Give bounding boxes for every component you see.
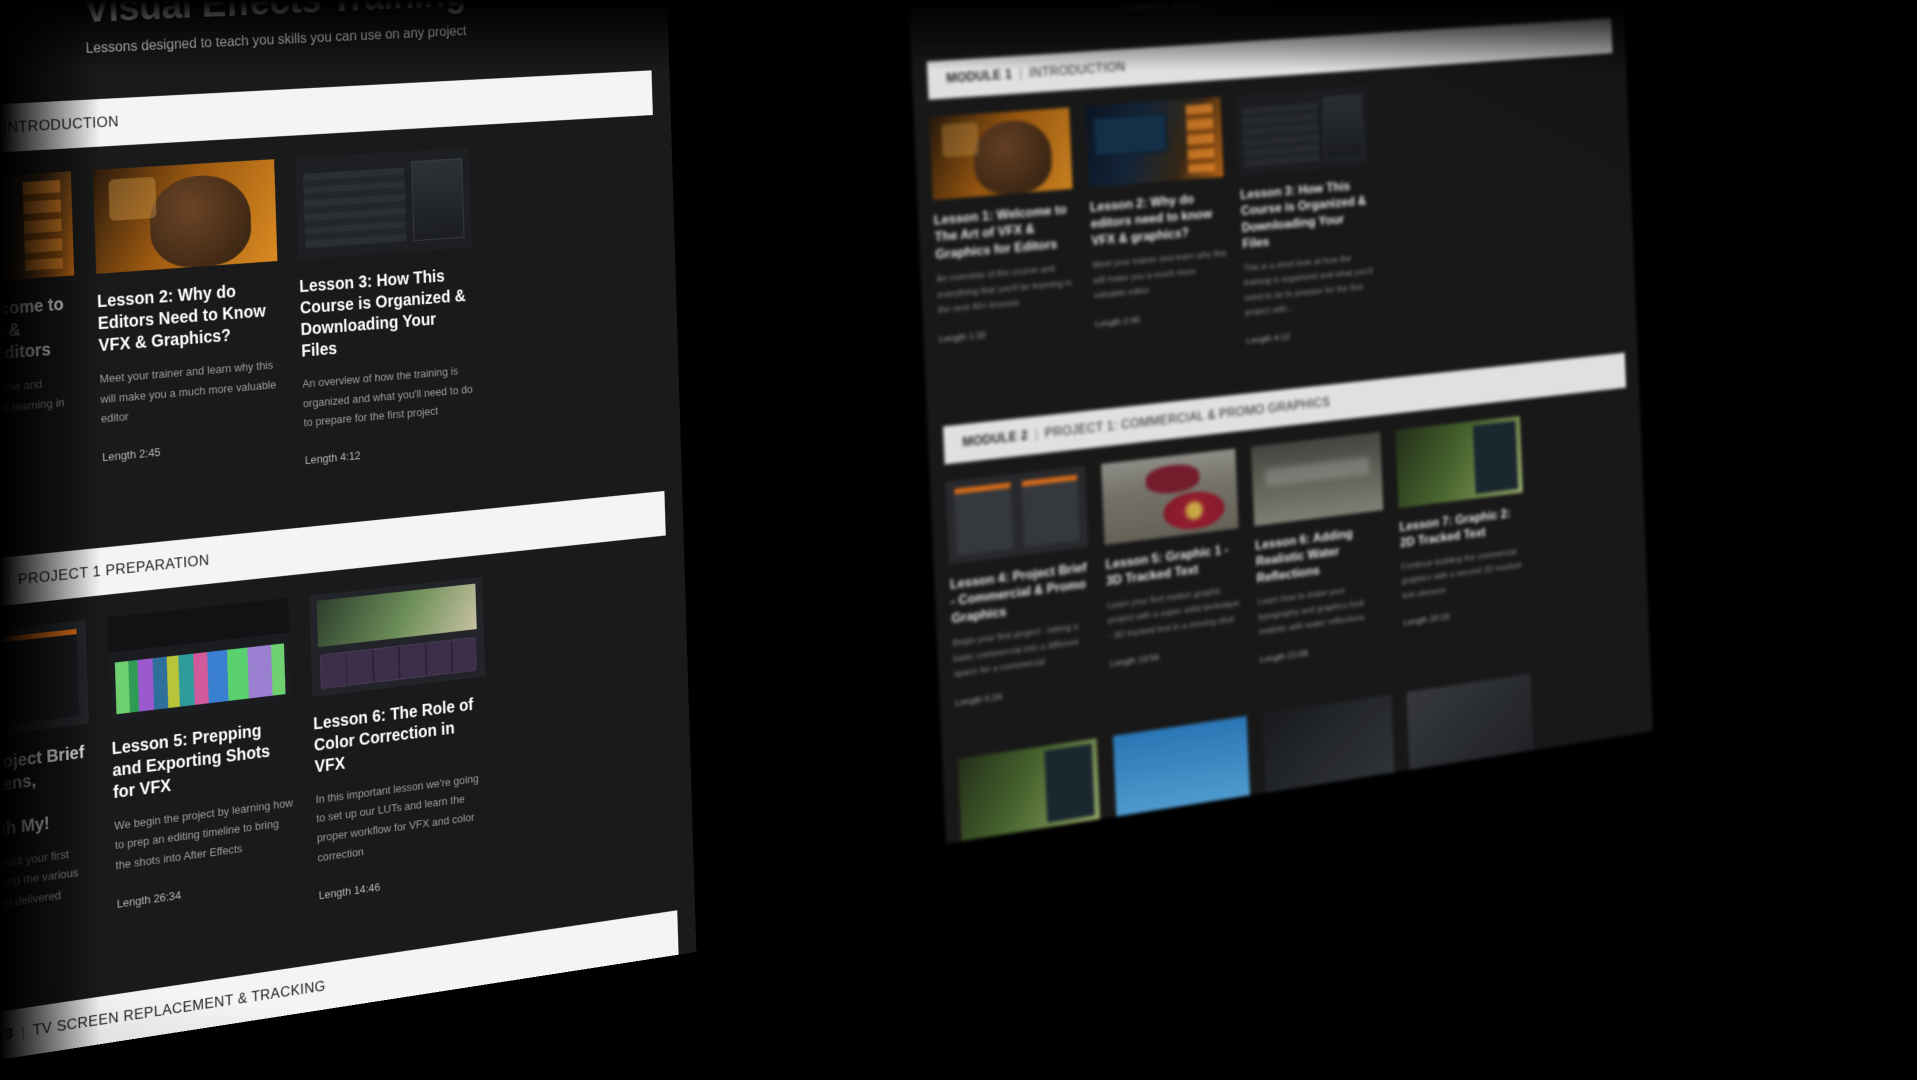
forest-road-thumbnail[interactable] — [1395, 415, 1524, 509]
lesson-length: Length 1:32 — [0, 453, 80, 484]
edit-suite-thumbnail[interactable] — [1085, 96, 1224, 188]
lesson-title: Lesson 3: How This Course is Organized &… — [1239, 179, 1367, 252]
lesson-card[interactable]: Lesson 7: Graphic 2: 2D Tracked Text Con… — [1395, 415, 1528, 644]
lesson-title: Lesson 6: Adding Realistic Water Reflect… — [1254, 526, 1354, 586]
lesson-card[interactable] — [1406, 673, 1534, 770]
lesson-description: An overview of the course and everything… — [0, 376, 65, 423]
lesson-card[interactable]: Lesson 3: How This Course is Organized &… — [1236, 86, 1376, 346]
forest-road-thumbnail[interactable] — [957, 738, 1101, 842]
lesson-title: Lesson 4: Project Brief - Commercial & P… — [949, 560, 1087, 626]
lesson-title: Lesson 5: Prepping and Exporting Shots f… — [111, 721, 271, 803]
lesson-title: Lesson 2: Why do editors need to know VF… — [1089, 192, 1213, 249]
lesson-length: Length 26:34 — [116, 888, 182, 911]
lesson-title: Lesson 4: Project Brief - Green Screens,… — [0, 742, 85, 853]
lesson-card[interactable]: Lesson 4: Project Brief - Green Screens,… — [0, 619, 96, 962]
lesson-title: Lesson 3: How This Course is Organized &… — [299, 266, 466, 361]
lesson-card[interactable] — [1262, 694, 1395, 793]
lesson-description: Begin your first project - taking a basi… — [952, 622, 1079, 680]
lesson-description: Meet your trainer and learn why this wil… — [99, 358, 277, 426]
lesson-card[interactable] — [957, 738, 1101, 842]
vfx-page-content: Visual Effects Training Lessons designed… — [0, 0, 696, 1077]
vfx-training-page[interactable]: Visual Effects Training Lessons designed… — [0, 0, 697, 1077]
whiteboard-trainer-thumbnail[interactable] — [929, 107, 1073, 201]
lesson-title: Lesson 1: Welcome to The Art of VFX & Gr… — [933, 202, 1067, 262]
lesson-card[interactable]: Lesson 6: Adding Realistic Water Reflect… — [1250, 431, 1389, 665]
lesson-description: Learn your first motion graphic project … — [1107, 586, 1240, 642]
screenshot-stage: Visual Effects Training Lessons designed… — [0, 0, 1917, 1080]
lesson-description: Continue building the commercial graphic… — [1400, 547, 1522, 601]
lesson-card[interactable]: Lesson 2: Why do editors need to know VF… — [1085, 96, 1231, 361]
nle-project-panel-thumbnail[interactable] — [295, 147, 472, 260]
lesson-card[interactable]: Lesson 5: Graphic 1 - 3D Tracked Text Le… — [1101, 448, 1244, 687]
lesson-description: In this important lesson we're going to … — [315, 771, 479, 865]
module-number: MODULE 3 — [0, 1024, 14, 1054]
module-number: MODULE 2 — [962, 429, 1029, 450]
lesson-card[interactable] — [1112, 715, 1250, 817]
lesson-card[interactable]: Lesson 5: Prepping and Exporting Shots f… — [107, 597, 298, 932]
dark-scene-thumbnail[interactable] — [1262, 694, 1395, 793]
apparel-web-mockup-thumbnail[interactable] — [945, 465, 1089, 565]
grey-ui-thumbnail[interactable] — [1406, 673, 1534, 770]
lesson-length: Length 2:45 — [101, 445, 161, 464]
lesson-description: An overview of the course and everything… — [936, 264, 1073, 316]
graphics-training-page[interactable]: Graphics Training Lessons designed to te… — [905, 0, 1654, 844]
lesson-title: Lesson 2: Why do Editors Need to Know VF… — [96, 282, 266, 356]
lesson-title: Lesson 7: Graphic 2: 2D Tracked Text — [1399, 506, 1511, 551]
lesson-length: Length 19:56 — [1109, 653, 1160, 670]
lesson-title: Lesson 6: The Role of Color Correction i… — [312, 695, 474, 777]
module-name: PROJECT 1 PREPARATION — [17, 551, 210, 589]
lesson-length: Length 20:19 — [1403, 612, 1450, 629]
sky-blue-thumbnail[interactable] — [1112, 715, 1250, 817]
lesson-card[interactable]: Lesson 3: How This Course is Organized &… — [295, 147, 478, 467]
module-number: MODULE 1 — [945, 68, 1013, 86]
right-edge-fade — [1797, 0, 1917, 1080]
lesson-description: You'll be learning about your first clie… — [0, 847, 79, 923]
module-separator: | — [20, 1022, 26, 1041]
editing-timeline-thumbnail[interactable] — [107, 597, 292, 722]
project-brief-document-thumbnail[interactable] — [0, 619, 89, 747]
module-separator: | — [1034, 427, 1039, 442]
lesson-description: Meet your trainer and learn why this wil… — [1092, 248, 1227, 301]
boat-market-thumbnail[interactable] — [1101, 448, 1239, 545]
edit-suite-thumbnail[interactable] — [0, 171, 75, 289]
module-name: INTRODUCTION — [2, 112, 120, 137]
water-reflection-text-thumbnail[interactable] — [1250, 431, 1384, 527]
lesson-description: This is a short look at how the training… — [1243, 254, 1373, 318]
lesson-card[interactable]: Lesson 1: Welcome to The Art of VFX & Gr… — [0, 171, 81, 505]
module-separator: | — [6, 571, 11, 590]
page-subtitle: Lessons designed to teach you skills you… — [909, 0, 1623, 26]
lesson-description: Learn how to make your typography and gr… — [1257, 586, 1365, 637]
lesson-description: An overview of how the training is organ… — [302, 364, 473, 430]
module-name: INTRODUCTION — [1028, 60, 1126, 81]
lesson-length: Length 1:32 — [938, 330, 987, 345]
nle-project-panel-thumbnail[interactable] — [1236, 86, 1369, 176]
lesson-title: Lesson 5: Graphic 1 - 3D Tracked Text — [1105, 542, 1229, 589]
lesson-length: Length 2:45 — [1094, 315, 1141, 330]
color-grading-panel-thumbnail[interactable] — [309, 576, 486, 697]
gfx-page-content: Graphics Training Lessons designed to te… — [906, 0, 1653, 844]
lesson-description: We begin the project by learning how to … — [114, 795, 294, 873]
lesson-card[interactable]: Lesson 4: Project Brief - Commercial & P… — [945, 465, 1094, 708]
module-separator: | — [1018, 67, 1023, 81]
lesson-card[interactable]: Lesson 6: The Role of Color Correction i… — [309, 576, 491, 904]
module-name: TV SCREEN REPLACEMENT & TRACKING — [32, 977, 326, 1039]
lesson-title: Lesson 1: Welcome to The Art of VFX & Gr… — [0, 294, 65, 373]
lesson-card[interactable]: Lesson 1: Welcome to The Art of VFX & Gr… — [929, 107, 1080, 377]
lesson-card[interactable]: Lesson 2: Why do Editors Need to Know VF… — [92, 159, 284, 486]
trainer-portrait-thumbnail[interactable] — [92, 159, 278, 274]
